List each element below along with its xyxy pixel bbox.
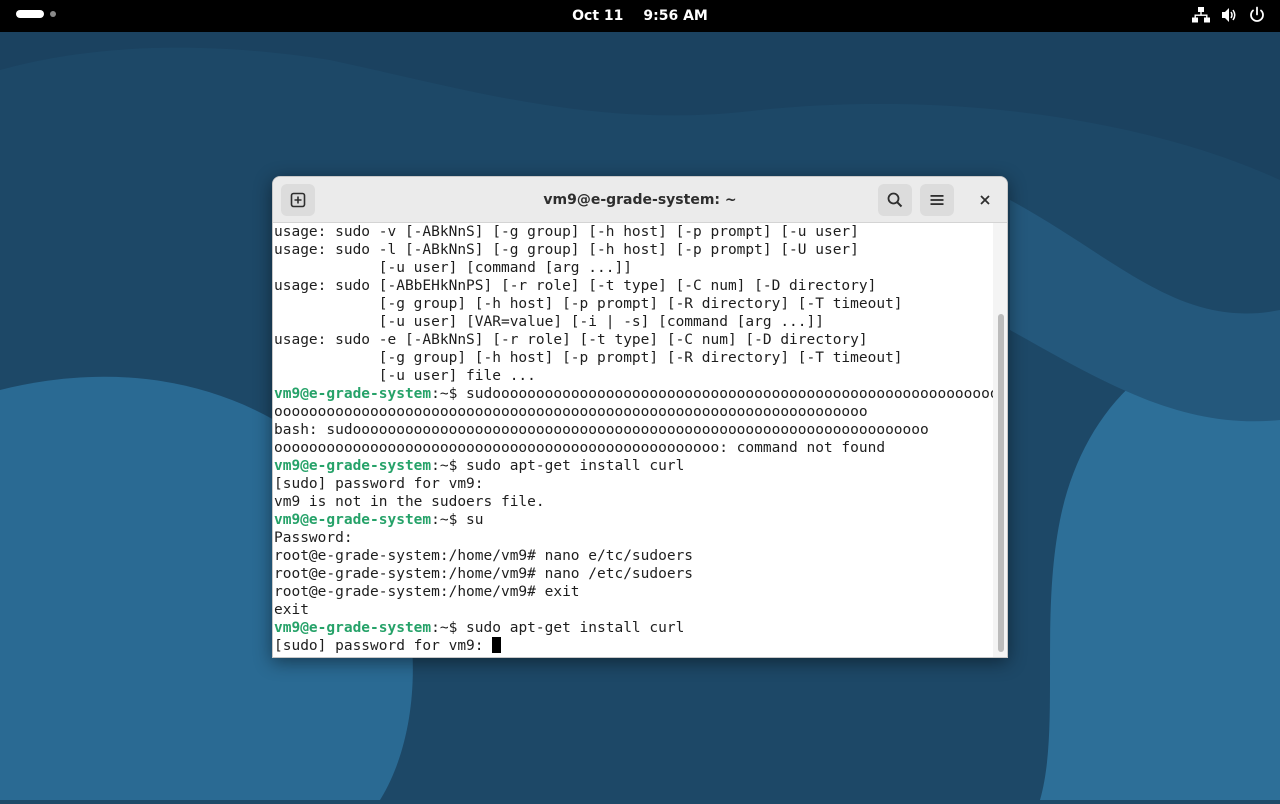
terminal-line: vm9@e-grade-system:~$ su — [273, 511, 993, 529]
window-header-bar[interactable]: vm9@e-grade-system: ~ — [273, 177, 1007, 223]
terminal-line: Password: — [273, 529, 993, 547]
terminal-line: [-u user] [command [arg ...]] — [273, 259, 993, 277]
terminal-line: vm9 is not in the sudoers file. — [273, 493, 993, 511]
terminal-text: bash: sudooooooooooooooooooooooooooooooo… — [274, 422, 929, 438]
scrollbar-thumb[interactable] — [998, 314, 1004, 652]
search-button[interactable] — [878, 184, 912, 216]
terminal-text: root@e-grade-system:/home/vm9# exit — [274, 584, 580, 600]
terminal-line: vm9@e-grade-system:~$ sudooooooooooooooo… — [273, 385, 993, 403]
terminal-text: [-u user] [command [arg ...]] — [274, 260, 632, 276]
terminal-line: [-g group] [-h host] [-p prompt] [-R dir… — [273, 349, 993, 367]
shell-prompt: vm9@e-grade-system — [274, 620, 432, 636]
terminal-text: exit — [274, 602, 309, 618]
terminal-line: [-u user] file ... — [273, 367, 993, 385]
hamburger-menu-icon — [930, 195, 944, 205]
terminal-line: vm9@e-grade-system:~$ sudo apt-get insta… — [273, 457, 993, 475]
close-icon — [980, 195, 990, 205]
terminal-line: root@e-grade-system:/home/vm9# nano /etc… — [273, 565, 993, 583]
terminal-window[interactable]: vm9@e-grade-system: ~ usage: sudo -v [-A… — [272, 176, 1008, 658]
terminal-text: usage: sudo -e [-ABkNnS] [-r role] [-t t… — [274, 332, 868, 348]
terminal-line: usage: sudo -e [-ABkNnS] [-r role] [-t t… — [273, 331, 993, 349]
search-icon — [887, 192, 903, 208]
shell-prompt: vm9@e-grade-system — [274, 512, 432, 528]
terminal-text: oooooooooooooooooooooooooooooooooooooooo… — [274, 404, 868, 420]
terminal-line: usage: sudo -v [-ABkNnS] [-g group] [-h … — [273, 223, 993, 241]
menu-button[interactable] — [920, 184, 954, 216]
network-icon — [1192, 7, 1210, 23]
close-button[interactable] — [973, 188, 997, 212]
terminal-line: oooooooooooooooooooooooooooooooooooooooo… — [273, 439, 993, 457]
terminal-line: [-g group] [-h host] [-p prompt] [-R dir… — [273, 295, 993, 313]
terminal-line: vm9@e-grade-system:~$ sudo apt-get insta… — [273, 619, 993, 637]
terminal-text: [sudo] password for vm9: — [274, 476, 484, 492]
terminal-line: root@e-grade-system:/home/vm9# nano e/tc… — [273, 547, 993, 565]
terminal-line: usage: sudo -l [-ABkNnS] [-g group] [-h … — [273, 241, 993, 259]
system-tray[interactable] — [1192, 6, 1266, 24]
terminal-text: [-u user] [VAR=value] [-i | -s] [command… — [274, 314, 824, 330]
clock-time: 9:56 AM — [643, 8, 708, 24]
terminal-text: root@e-grade-system:/home/vm9# nano e/tc… — [274, 548, 694, 564]
terminal-text: :~$ sudo apt-get install curl — [431, 620, 685, 636]
terminal-text: usage: sudo -l [-ABkNnS] [-g group] [-h … — [274, 242, 859, 258]
clock[interactable]: Oct 11 9:56 AM — [0, 0, 1280, 32]
terminal-line: [sudo] password for vm9: — [273, 637, 993, 655]
terminal-text: vm9 is not in the sudoers file. — [274, 494, 545, 510]
terminal-text: :~$ sudooooooooooooooooooooooooooooooooo… — [431, 386, 993, 402]
terminal-line: [-u user] [VAR=value] [-i | -s] [command… — [273, 313, 993, 331]
terminal-line: oooooooooooooooooooooooooooooooooooooooo… — [273, 403, 993, 421]
terminal-line: bash: sudooooooooooooooooooooooooooooooo… — [273, 421, 993, 439]
terminal-output[interactable]: usage: sudo -v [-ABkNnS] [-g group] [-h … — [273, 223, 993, 657]
terminal-text: [-g group] [-h host] [-p prompt] [-R dir… — [274, 350, 903, 366]
text-cursor — [492, 637, 502, 653]
volume-icon — [1222, 8, 1236, 22]
terminal-text: usage: sudo [-ABbEHkNnPS] [-r role] [-t … — [274, 278, 877, 294]
terminal-line: usage: sudo [-ABbEHkNnPS] [-r role] [-t … — [273, 277, 993, 295]
terminal-text: :~$ su — [431, 512, 484, 528]
terminal-line: [sudo] password for vm9: — [273, 475, 993, 493]
terminal-line: exit — [273, 601, 993, 619]
new-tab-icon — [290, 192, 306, 208]
terminal-text: :~$ sudo apt-get install curl — [431, 458, 685, 474]
new-tab-button[interactable] — [281, 184, 315, 216]
terminal-text: root@e-grade-system:/home/vm9# nano /etc… — [274, 566, 694, 582]
shell-prompt: vm9@e-grade-system — [274, 386, 432, 402]
terminal-text: oooooooooooooooooooooooooooooooooooooooo… — [274, 440, 886, 456]
terminal-text: [-g group] [-h host] [-p prompt] [-R dir… — [274, 296, 903, 312]
terminal-text: usage: sudo -v [-ABkNnS] [-g group] [-h … — [274, 224, 859, 240]
terminal-text: [sudo] password for vm9: — [274, 638, 493, 654]
shell-prompt: vm9@e-grade-system — [274, 458, 432, 474]
terminal-text: Password: — [274, 530, 353, 546]
top-bar: Oct 11 9:56 AM — [0, 0, 1280, 32]
power-icon — [1250, 6, 1264, 22]
terminal-line: root@e-grade-system:/home/vm9# exit — [273, 583, 993, 601]
terminal-text: [-u user] file ... — [274, 368, 536, 384]
clock-date: Oct 11 — [572, 8, 624, 24]
